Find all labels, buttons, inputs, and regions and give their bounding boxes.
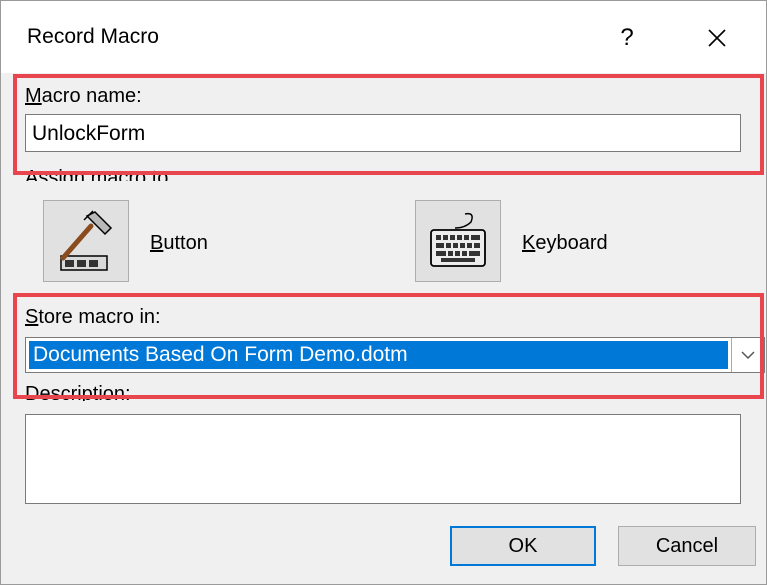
highlight-store-macro bbox=[13, 293, 764, 399]
close-button[interactable] bbox=[687, 15, 747, 61]
assign-keyboard-button[interactable] bbox=[415, 200, 501, 282]
highlight-macro-name bbox=[13, 74, 764, 175]
cancel-button[interactable]: Cancel bbox=[618, 526, 756, 566]
ok-button[interactable]: OK bbox=[450, 526, 596, 566]
description-textarea[interactable] bbox=[25, 414, 741, 504]
keyboard-icon bbox=[430, 212, 486, 267]
close-icon bbox=[708, 29, 726, 47]
help-button[interactable]: ? bbox=[599, 15, 655, 61]
hammer-icon bbox=[60, 210, 113, 271]
dialog-title: Record Macro bbox=[27, 25, 159, 48]
record-macro-dialog: Record Macro ? Macro name: UnlockForm As… bbox=[0, 0, 767, 585]
assign-button-button[interactable] bbox=[43, 200, 129, 282]
button-label[interactable]: Button bbox=[150, 232, 208, 255]
keyboard-label[interactable]: Keyboard bbox=[522, 232, 608, 255]
title-bar: Record Macro ? bbox=[1, 1, 766, 73]
